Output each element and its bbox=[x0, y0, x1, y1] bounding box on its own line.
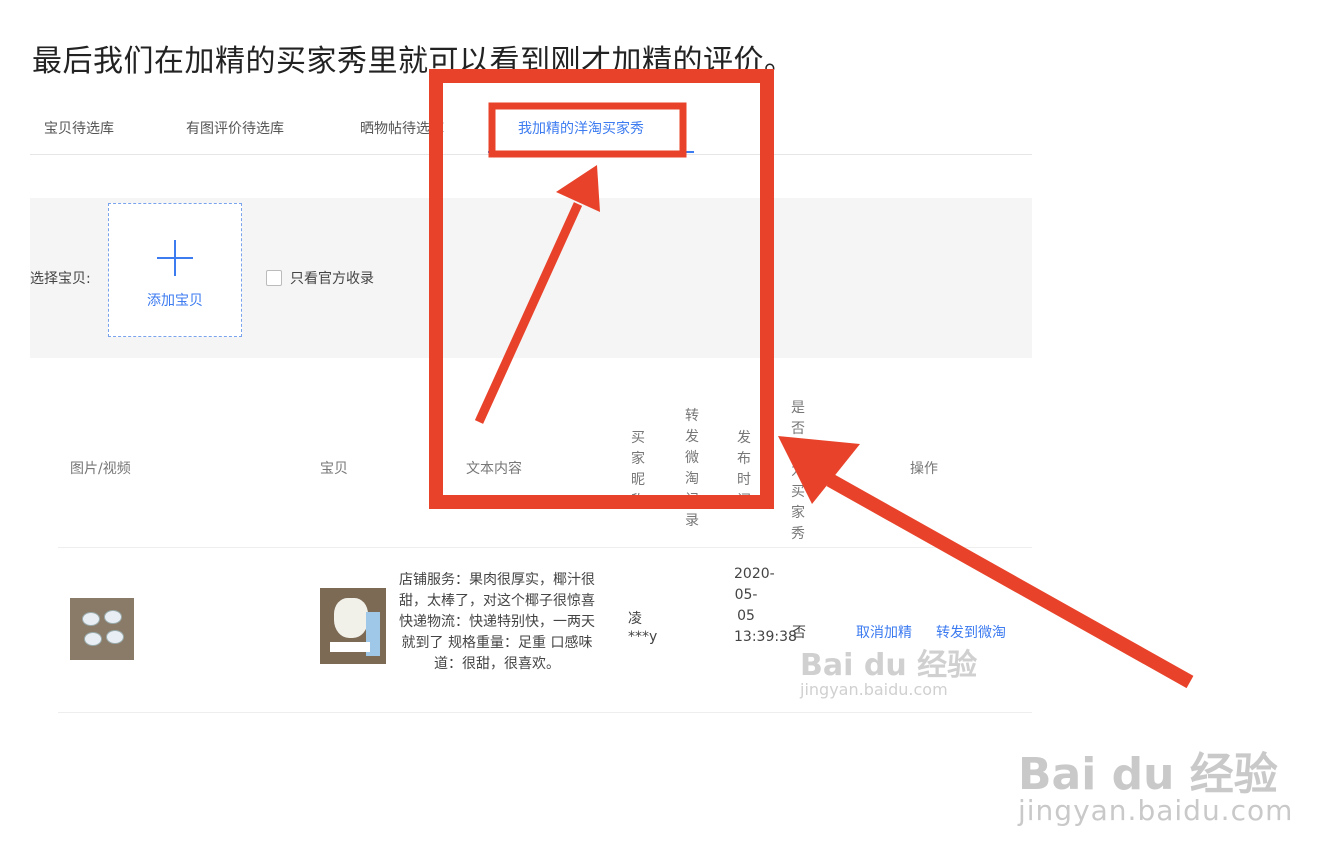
buyer-nickname: 凌***y bbox=[628, 611, 658, 645]
tab-showcase-post-pool[interactable]: 晒物帖待选库 bbox=[360, 118, 444, 138]
plus-icon bbox=[157, 240, 193, 276]
active-tab-indicator bbox=[488, 151, 694, 153]
header-weitao: 转发微淘记录 bbox=[685, 408, 699, 529]
publish-time: 2020-05-05 13:39:38 bbox=[734, 566, 797, 645]
filter-panel: 选择宝贝: 添加宝贝 只看官方收录 bbox=[30, 198, 1032, 358]
tab-item-pool[interactable]: 宝贝待选库 bbox=[44, 118, 114, 138]
cancel-featured-link[interactable]: 取消加精 bbox=[856, 622, 912, 642]
watermark-brand: Bai du 经验 bbox=[1018, 749, 1278, 800]
item-thumbnail[interactable] bbox=[320, 588, 386, 664]
official-only-label: 只看官方收录 bbox=[290, 271, 374, 287]
add-item-label: 添加宝贝 bbox=[147, 293, 203, 309]
tab-my-featured-buyer-show[interactable]: 我加精的洋淘买家秀 bbox=[518, 118, 644, 138]
review-photo-thumbnail[interactable] bbox=[70, 598, 134, 660]
header-media: 图片/视频 bbox=[70, 461, 131, 477]
watermark-url-small: jingyan.baidu.com bbox=[800, 680, 948, 699]
tab-bar: 宝贝待选库 有图评价待选库 晒物帖待选库 我加精的洋淘买家秀 bbox=[30, 100, 1032, 155]
review-text: 店铺服务：果肉很厚实，椰汁很甜，太棒了，对这个椰子很惊喜 快递物流：快递特别快，… bbox=[399, 572, 595, 672]
header-ops: 操作 bbox=[910, 461, 938, 477]
header-item: 宝贝 bbox=[320, 461, 348, 477]
forward-weitao-link[interactable]: 转发到微淘 bbox=[936, 622, 1006, 642]
header-time: 发布时间 bbox=[737, 430, 751, 509]
tab-photo-review-pool[interactable]: 有图评价待选库 bbox=[186, 118, 284, 138]
official-only-checkbox[interactable] bbox=[266, 270, 282, 286]
header-is-show: 是否设为买家秀 bbox=[791, 400, 805, 542]
header-nickname: 买家昵称 bbox=[631, 430, 645, 509]
add-item-button[interactable]: 添加宝贝 bbox=[108, 203, 242, 337]
header-text: 文本内容 bbox=[466, 461, 522, 477]
is-buyer-show-value: 否 bbox=[792, 625, 806, 641]
watermark-brand-small: Bai du 经验 bbox=[800, 648, 978, 683]
caption: 最后我们在加精的买家秀里就可以看到刚才加精的评价。 bbox=[32, 44, 795, 79]
watermark-url: jingyan.baidu.com bbox=[1018, 794, 1294, 827]
select-item-label: 选择宝贝: bbox=[30, 271, 91, 287]
